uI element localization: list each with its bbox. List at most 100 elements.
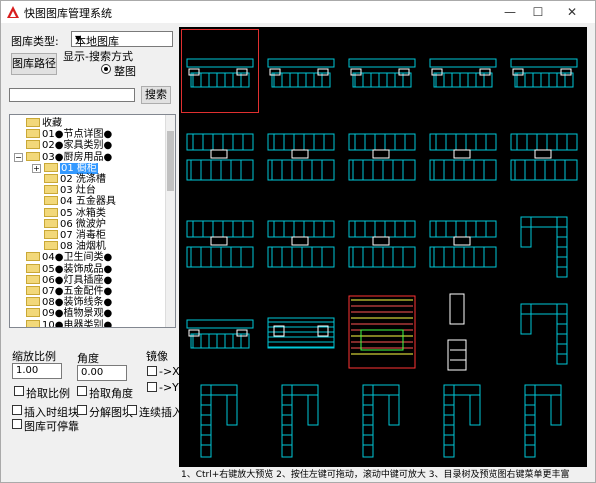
thumbnail-cell[interactable]: [343, 290, 421, 374]
cad-drawing-thumbnail: [267, 58, 335, 88]
folder-icon: [44, 162, 58, 172]
cad-drawing-thumbnail: [281, 384, 319, 458]
library-dock-checkbox[interactable]: [12, 419, 22, 429]
thumbnail-cell[interactable]: [424, 377, 502, 461]
thumbnail-cell[interactable]: [262, 116, 340, 200]
thumbnail-cell[interactable]: [343, 377, 421, 461]
tree-item[interactable]: 10●电器类别●: [26, 319, 113, 328]
tree-scrollbar-thumb[interactable]: [167, 131, 174, 191]
continuous-insert-label: 连续插入: [139, 406, 183, 419]
folder-icon: [26, 118, 40, 127]
folder-icon: [26, 140, 40, 150]
display-mode-option: 整图: [114, 65, 136, 78]
title-bar: 快图图库管理系统 — ☐ ✕: [1, 1, 595, 23]
pick-angle-label: 拾取角度: [89, 387, 133, 400]
search-input[interactable]: [9, 88, 135, 102]
cad-drawing-thumbnail: [520, 303, 568, 365]
folder-icon: [26, 297, 40, 307]
tree-scrollbar[interactable]: [165, 115, 175, 327]
thumbnail-cell[interactable]: [424, 290, 502, 374]
thumbnail-cell[interactable]: [262, 377, 340, 461]
cad-drawing-thumbnail: [267, 220, 335, 268]
folder-icon: [44, 241, 58, 251]
cad-drawing-thumbnail: [348, 58, 416, 88]
cad-drawing-thumbnail: [429, 133, 497, 181]
mirror-y-checkbox[interactable]: [147, 382, 157, 392]
thumbnail-cell[interactable]: [262, 29, 340, 113]
cad-drawing-thumbnail: [186, 58, 254, 88]
category-tree[interactable]: 收藏 01●节点详图● 02●家具类别● −03●厨房用品● +01 橱柜 02 洗涤槽 0…: [9, 114, 176, 328]
library-type-select[interactable]: 本地图库 ▼: [71, 31, 173, 48]
display-mode-radio[interactable]: [101, 64, 111, 74]
scale-label: 缩放比例: [12, 350, 56, 363]
library-path-button[interactable]: 图库路径: [11, 53, 57, 75]
folder-icon: [44, 218, 58, 228]
cad-drawing-thumbnail: [362, 384, 400, 458]
thumbnail-cell[interactable]: [343, 116, 421, 200]
thumbnail-cell[interactable]: [424, 203, 502, 287]
library-type-label: 图库类型:: [11, 35, 59, 48]
thumbnail-cell[interactable]: [181, 116, 259, 200]
thumbnail-cell[interactable]: [505, 29, 583, 113]
tree-item-label: 10●电器类别●: [42, 319, 113, 328]
thumbnail-cell[interactable]: [343, 203, 421, 287]
close-button[interactable]: ✕: [561, 3, 583, 21]
cad-drawing-thumbnail: [267, 317, 335, 349]
folder-icon: [26, 263, 40, 273]
scale-input[interactable]: 1.00: [12, 363, 62, 379]
expand-icon[interactable]: +: [32, 163, 41, 173]
cad-drawing-thumbnail: [510, 58, 578, 88]
cad-drawing-thumbnail: [520, 216, 568, 278]
thumbnail-cell[interactable]: [181, 29, 259, 113]
thumbnail-cell[interactable]: [505, 203, 583, 287]
folder-icon: [26, 129, 40, 139]
cad-drawing-thumbnail: [447, 293, 467, 371]
mirror-x-checkbox[interactable]: [147, 366, 157, 376]
pick-scale-label: 拾取比例: [26, 387, 70, 400]
window-title: 快图图库管理系统: [24, 7, 112, 20]
folder-icon: [44, 174, 58, 183]
angle-input[interactable]: 0.00: [77, 365, 127, 381]
maximize-button[interactable]: ☐: [527, 3, 549, 21]
cad-drawing-thumbnail: [429, 58, 497, 88]
search-button[interactable]: 搜索: [141, 86, 171, 104]
pick-scale-checkbox[interactable]: [14, 386, 24, 396]
folder-icon: [26, 319, 40, 327]
status-tips: 1、Ctrl+右键放大预览 2、按住左键可拖动，滚动中键可放大 3、目录树及预览…: [181, 470, 570, 480]
cad-drawing-thumbnail: [186, 220, 254, 268]
cad-drawing-thumbnail: [348, 220, 416, 268]
app-window: 快图图库管理系统 — ☐ ✕ 图库类型: 本地图库 ▼ 图库路径 显示-搜索方式…: [0, 0, 596, 483]
thumbnail-cell[interactable]: [181, 203, 259, 287]
cad-drawing-thumbnail: [186, 319, 254, 349]
mirror-x-label: ->X: [159, 365, 180, 378]
folder-icon: [44, 230, 58, 239]
continuous-insert-checkbox[interactable]: [127, 405, 137, 415]
cad-drawing-thumbnail: [443, 384, 481, 458]
cad-drawing-thumbnail: [186, 133, 254, 181]
folder-icon: [44, 196, 58, 206]
thumbnail-cell[interactable]: [343, 29, 421, 113]
cad-drawing-thumbnail: [429, 220, 497, 268]
thumbnail-cell[interactable]: [505, 116, 583, 200]
explode-block-checkbox[interactable]: [77, 405, 87, 415]
mirror-y-label: ->Y: [159, 381, 179, 394]
thumbnail-cell[interactable]: [262, 203, 340, 287]
thumbnail-cell[interactable]: [424, 29, 502, 113]
minimize-button[interactable]: —: [499, 3, 521, 21]
insert-on-click-checkbox[interactable]: [12, 405, 22, 415]
cad-drawing-thumbnail: [267, 133, 335, 181]
thumbnail-cell[interactable]: [424, 116, 502, 200]
thumbnail-cell[interactable]: [181, 290, 259, 374]
collapse-icon[interactable]: −: [14, 152, 23, 162]
cad-drawing-thumbnail: [510, 133, 578, 181]
thumbnail-cell[interactable]: [181, 377, 259, 461]
thumbnail-cell[interactable]: [505, 377, 583, 461]
thumbnail-cell[interactable]: [505, 290, 583, 374]
preview-grid[interactable]: [179, 27, 587, 467]
mirror-label: 镜像: [146, 350, 168, 363]
library-dock-label: 图库可停靠: [24, 420, 79, 433]
thumbnail-cell[interactable]: [262, 290, 340, 374]
cad-drawing-thumbnail: [348, 295, 416, 369]
pick-angle-checkbox[interactable]: [77, 386, 87, 396]
folder-icon: [26, 308, 40, 318]
